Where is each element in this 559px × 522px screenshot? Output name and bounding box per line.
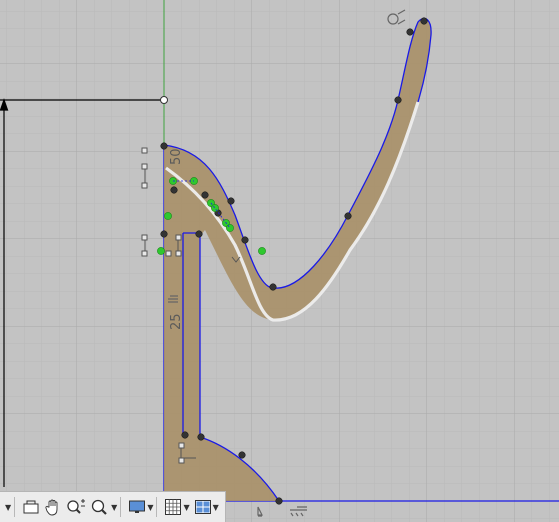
dimension-label-50[interactable]: 50 [169, 148, 184, 165]
fit-button[interactable]: ▼ [88, 494, 126, 520]
monitor-icon [129, 500, 146, 513]
pan-button[interactable] [42, 494, 64, 520]
hand-icon [45, 499, 58, 516]
look-at-button[interactable] [20, 494, 42, 520]
navigation-toolbar: ▼ ▼ ▼ ▼ ▼ [0, 491, 226, 522]
chevron-down-icon: ▼ [183, 502, 190, 512]
grid-icon [165, 499, 182, 515]
zoom-window-icon [92, 499, 107, 515]
toolbar-divider [120, 497, 122, 517]
orbit-button[interactable]: ▼ [2, 494, 20, 520]
toolbar-divider [156, 497, 158, 517]
chevron-down-icon: ▼ [147, 502, 154, 512]
viewports-icon [194, 500, 211, 514]
grid-snap-button[interactable]: ▼ [162, 494, 191, 520]
display-settings-button[interactable]: ▼ [126, 494, 162, 520]
viewports-button[interactable]: ▼ [192, 494, 221, 520]
chevron-down-icon: ▼ [111, 502, 118, 512]
zoom-button[interactable] [64, 494, 88, 520]
zoom-plus-minus-icon [67, 499, 86, 514]
sketch-canvas[interactable]: 50 25 [0, 0, 559, 522]
dimension-endpoint[interactable] [160, 96, 168, 104]
look-at-icon [23, 500, 39, 514]
toolbar-divider [14, 497, 16, 517]
dimension-label-25[interactable]: 25 [169, 313, 184, 330]
chevron-down-icon: ▼ [5, 502, 12, 512]
grid-major [0, 0, 559, 522]
chevron-down-icon: ▼ [212, 502, 219, 512]
